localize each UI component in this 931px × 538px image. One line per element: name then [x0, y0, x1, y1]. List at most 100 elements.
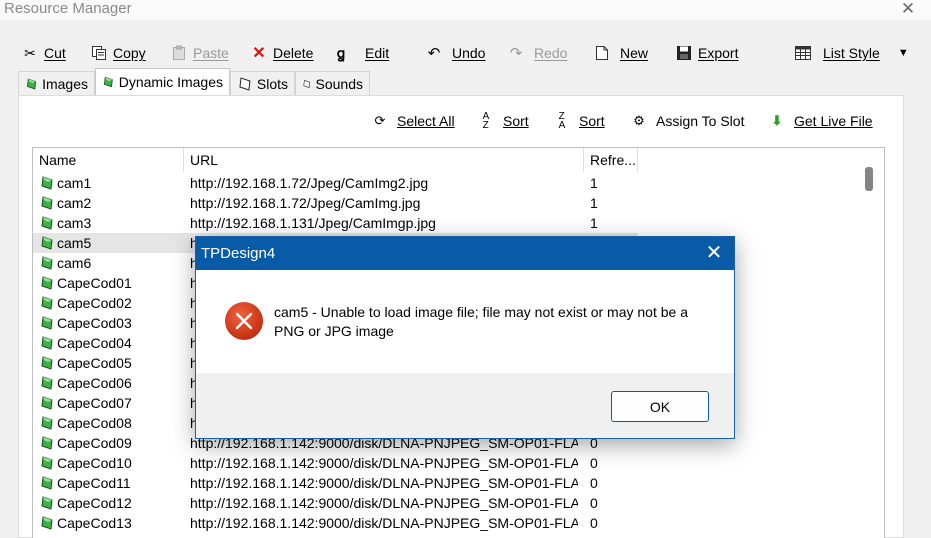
image-resource-icon: [41, 456, 53, 470]
window-titlebar: Resource Manager ✕: [0, 0, 931, 20]
get-live-file-label: Get Live File: [794, 113, 873, 129]
column-header-refresh[interactable]: Refre...: [584, 148, 638, 172]
chevron-down-icon[interactable]: ▼: [898, 47, 909, 59]
row-name-text: CapeCod11: [57, 475, 131, 491]
image-resource-icon: [41, 236, 53, 250]
delete-icon: ✕: [252, 45, 266, 62]
redo-button[interactable]: ↷ Redo: [508, 40, 568, 66]
column-header-url[interactable]: URL: [184, 148, 584, 172]
new-label: New: [620, 45, 649, 61]
dialog-title: TPDesign4: [201, 245, 276, 262]
row-refresh: 0: [590, 475, 598, 491]
sort-ascending-button[interactable]: AZ Sort: [477, 110, 529, 132]
download-arrow-icon: ⬇: [771, 113, 783, 128]
row-refresh: 1: [590, 215, 598, 231]
edit-icon: ꬶ: [336, 44, 346, 61]
vertical-scrollbar-thumb[interactable]: [865, 167, 873, 191]
image-resource-icon: [27, 78, 37, 89]
row-name: CapeCod02: [39, 293, 132, 313]
get-live-file-button[interactable]: ⬇ Get Live File: [768, 110, 873, 132]
dialog-message: cam5 - Unable to load image file; file m…: [274, 303, 714, 341]
scissors-icon: ✂: [24, 44, 36, 61]
row-refresh: 1: [590, 175, 598, 191]
main-toolbar: ✂ Cut Copy Paste ✕ Delete ꬶ Edit ↶ Undo …: [0, 40, 931, 68]
sort-descending-button[interactable]: ZA Sort: [553, 110, 605, 132]
list-header: Name URL Refre...: [33, 148, 884, 172]
image-resource-icon: [41, 396, 53, 410]
paste-button[interactable]: Paste: [171, 40, 229, 66]
undo-button[interactable]: ↶ Undo: [426, 40, 486, 66]
list-row[interactable]: CapeCod11 http://192.168.1.142:9000/disk/…: [33, 473, 638, 493]
sort-za-icon: ZA: [558, 111, 566, 131]
dialog-message-line-2: PNG or JPG image: [274, 323, 394, 339]
undo-icon: ↶: [427, 45, 441, 62]
sound-icon: [303, 79, 311, 88]
dialog-titlebar: TPDesign4 ✕: [196, 237, 734, 270]
image-resource-icon: [41, 336, 53, 350]
image-resource-icon: [41, 276, 53, 290]
image-resource-icon: [41, 296, 53, 310]
row-name: cam2: [39, 193, 91, 213]
assign-to-slot-label: Assign To Slot: [656, 113, 745, 129]
row-name-text: CapeCod08: [57, 415, 132, 431]
delete-label: Delete: [273, 45, 314, 61]
row-name: cam6: [39, 253, 91, 273]
error-icon: [225, 302, 263, 340]
redo-label: Redo: [534, 45, 568, 61]
export-button[interactable]: Export: [676, 40, 738, 66]
list-row[interactable]: cam2 http://192.168.1.72/Jpeg/CamImg.jpg 1: [33, 193, 638, 213]
list-row[interactable]: CapeCod12 http://192.168.1.142:9000/disk/…: [33, 493, 638, 513]
edit-button[interactable]: ꬶ Edit: [333, 40, 389, 66]
sort-descending-label: Sort: [579, 113, 605, 129]
row-name: CapeCod08: [39, 413, 132, 433]
dialog-close-icon[interactable]: ✕: [702, 241, 726, 265]
row-url: http://192.168.1.72/Jpeg/CamImg2.jpg: [190, 175, 429, 191]
tab-sounds[interactable]: Sounds: [295, 71, 370, 95]
tab-sounds-label: Sounds: [315, 75, 363, 92]
dialog-message-line-1: cam5 - Unable to load image file; file m…: [274, 304, 688, 320]
cut-button[interactable]: ✂ Cut: [22, 40, 66, 66]
row-name-text: CapeCod02: [57, 295, 132, 311]
copy-icon: [91, 45, 107, 61]
row-url: http://192.168.1.142:9000/disk/DLNA-PNJP…: [190, 495, 578, 511]
list-row[interactable]: CapeCod10 http://192.168.1.142:9000/disk/…: [33, 453, 638, 473]
row-name: CapeCod01: [39, 273, 132, 293]
row-refresh: 0: [590, 515, 598, 531]
list-row[interactable]: cam1 http://192.168.1.72/Jpeg/CamImg2.jpg…: [33, 173, 638, 193]
row-name-text: CapeCod12: [57, 495, 132, 511]
row-name: CapeCod10: [39, 453, 132, 473]
row-name-text: cam5: [57, 235, 92, 251]
row-name-text: CapeCod06: [57, 375, 132, 391]
delete-button[interactable]: ✕ Delete: [251, 40, 313, 66]
sort-az-icon: AZ: [482, 111, 490, 131]
list-style-button[interactable]: List Style ▼: [795, 40, 909, 66]
row-url: http://192.168.1.72/Jpeg/CamImg.jpg: [190, 195, 421, 211]
row-url: http://192.168.1.142:9000/disk/DLNA-PNJP…: [190, 475, 578, 491]
cut-label: Cut: [44, 45, 66, 61]
column-header-name[interactable]: Name: [33, 148, 184, 172]
row-name: CapeCod05: [39, 353, 132, 373]
assign-to-slot-button[interactable]: ⚙ Assign To Slot: [630, 110, 744, 132]
row-name: CapeCod12: [39, 493, 132, 513]
row-name: CapeCod09: [39, 433, 132, 453]
assign-slot-icon: ⚙: [633, 113, 645, 128]
new-button[interactable]: New: [594, 40, 648, 66]
slot-icon: [239, 76, 251, 91]
tab-images[interactable]: Images: [18, 71, 95, 95]
tab-dynamic-images[interactable]: Dynamic Images: [95, 68, 230, 95]
image-resource-icon: [41, 356, 53, 370]
tab-slots[interactable]: Slots: [230, 71, 295, 95]
row-name: cam5: [39, 233, 91, 253]
list-row[interactable]: CapeCod13 http://192.168.1.142:9000/disk/…: [33, 513, 638, 533]
row-name-text: cam2: [57, 195, 92, 211]
copy-button[interactable]: Copy: [91, 40, 146, 66]
row-name-text: CapeCod01: [57, 275, 132, 291]
dialog-footer: OK: [196, 373, 734, 438]
window-close-icon[interactable]: ✕: [899, 0, 917, 18]
select-all-button[interactable]: ⟳ Select All: [371, 110, 455, 132]
paste-label: Paste: [193, 45, 229, 61]
image-resource-icon: [41, 256, 53, 270]
ok-button[interactable]: OK: [611, 391, 709, 422]
save-icon: [676, 45, 692, 61]
list-row[interactable]: cam3 http://192.168.1.131/Jpeg/CamImgp.jp…: [33, 213, 638, 233]
